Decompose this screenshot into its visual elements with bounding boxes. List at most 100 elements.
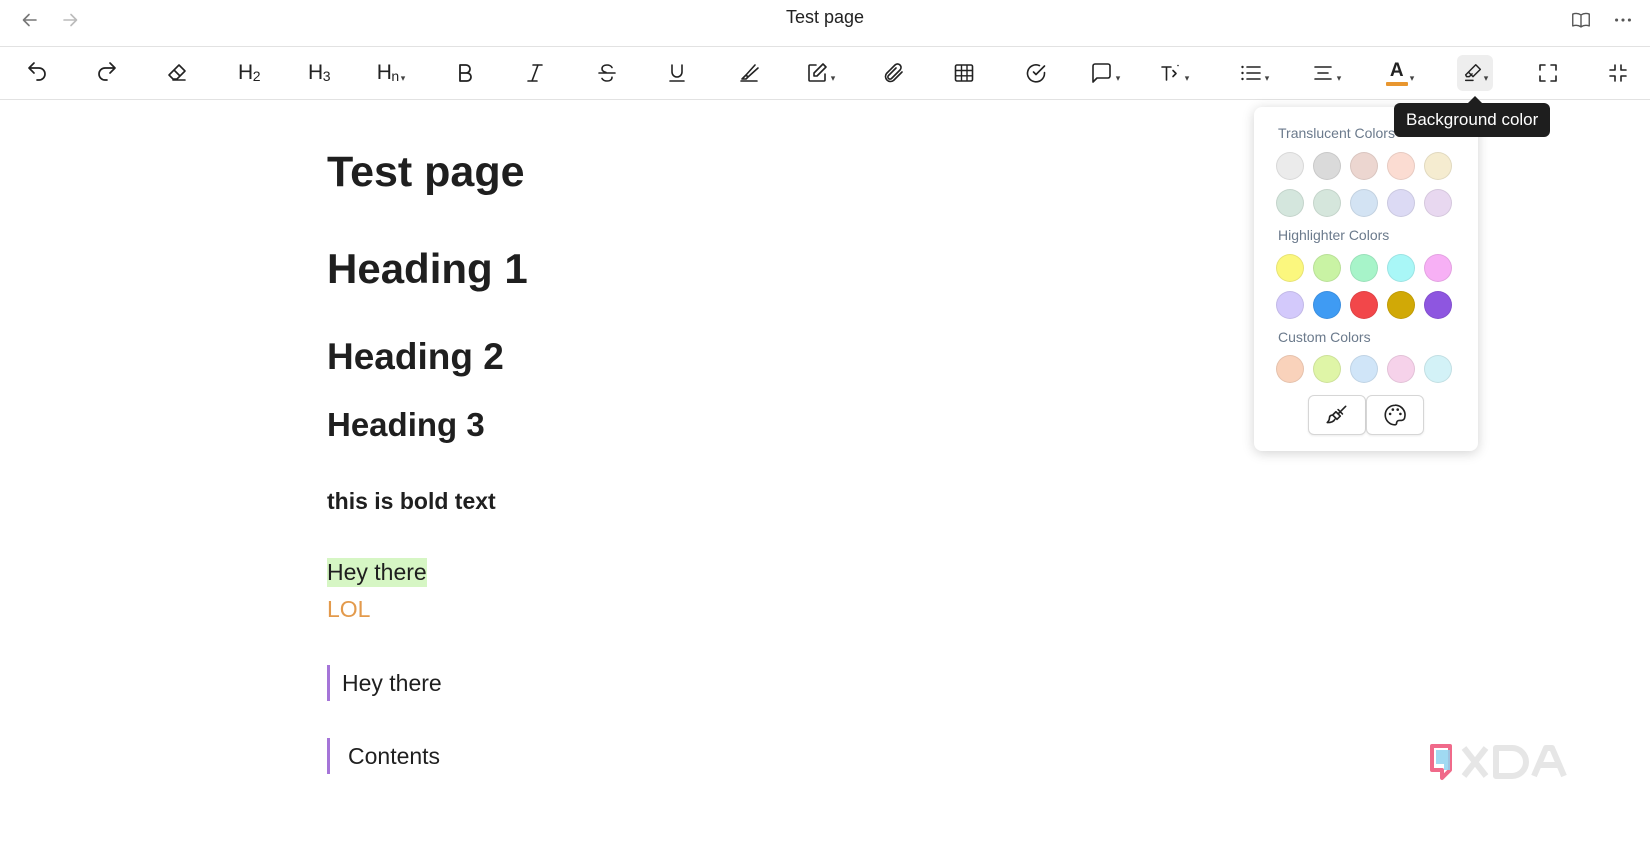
bold-paragraph[interactable]: this is bold text: [327, 488, 496, 515]
heading-3[interactable]: Heading 3: [327, 406, 485, 444]
heading-3-label: H3: [308, 61, 330, 84]
table-button[interactable]: [942, 55, 986, 91]
color-swatch[interactable]: [1387, 254, 1415, 282]
highlighter-row-1: [1276, 254, 1452, 282]
color-swatch[interactable]: [1424, 152, 1452, 180]
book-open-icon: [1572, 12, 1590, 28]
strikethrough-button[interactable]: [585, 55, 629, 91]
chevron-down-icon: ▾: [1409, 72, 1415, 83]
color-swatch[interactable]: [1424, 254, 1452, 282]
reader-mode-button[interactable]: [1566, 6, 1596, 34]
chevron-down-icon: ▾: [1115, 72, 1121, 83]
color-swatch[interactable]: [1424, 355, 1452, 383]
color-swatch[interactable]: [1387, 152, 1415, 180]
undo-button[interactable]: [15, 55, 59, 91]
color-swatch[interactable]: [1350, 152, 1378, 180]
custom-color-picker-button[interactable]: [1366, 395, 1424, 435]
more-horizontal-icon: [1615, 18, 1631, 22]
underline-button[interactable]: [655, 55, 699, 91]
custom-colors-label: Custom Colors: [1278, 329, 1371, 345]
blockquote-text: Hey there: [342, 669, 442, 696]
color-swatch[interactable]: [1276, 152, 1304, 180]
heading-2-label: H2: [238, 61, 260, 84]
eraser-icon: [168, 64, 186, 81]
color-swatch[interactable]: [1387, 291, 1415, 319]
color-swatch[interactable]: [1350, 355, 1378, 383]
color-swatch[interactable]: [1424, 291, 1452, 319]
underline-icon: [669, 64, 685, 82]
blockquote[interactable]: Contents: [327, 738, 440, 774]
undo-icon: [28, 62, 46, 81]
background-color-tooltip: Background color: [1394, 96, 1551, 137]
edit-dropdown[interactable]: ▾: [795, 55, 845, 91]
color-swatch[interactable]: [1350, 254, 1378, 282]
color-swatch[interactable]: [1276, 291, 1304, 319]
attachment-button[interactable]: [872, 55, 916, 91]
clear-format-button[interactable]: [155, 55, 199, 91]
background-color-popup: Translucent Colors Highlighter Colors Cu…: [1254, 107, 1478, 451]
heading-2-button[interactable]: H2: [227, 55, 271, 91]
chevron-down-icon: ▾: [1264, 72, 1270, 83]
colored-paragraph[interactable]: LOL: [327, 596, 370, 623]
redo-icon: [98, 62, 116, 81]
chevron-down-icon: ▾: [1336, 72, 1342, 83]
highlighted-paragraph[interactable]: Hey there: [327, 558, 427, 587]
title-bar: Test page: [0, 0, 1650, 46]
color-swatch[interactable]: [1313, 355, 1341, 383]
redo-button[interactable]: [85, 55, 129, 91]
chevron-down-icon: ▾: [1184, 72, 1190, 83]
page-title[interactable]: Test page: [327, 148, 525, 197]
font-color-icon: A: [1385, 59, 1408, 86]
fullscreen-button[interactable]: [1526, 55, 1570, 91]
palette-icon: [1384, 404, 1406, 426]
color-swatch[interactable]: [1424, 189, 1452, 217]
xda-logo-icon: [1430, 744, 1567, 780]
blockquote[interactable]: Hey there: [327, 665, 442, 701]
color-swatch[interactable]: [1276, 355, 1304, 383]
color-swatch[interactable]: [1313, 254, 1341, 282]
text-size-dropdown[interactable]: ▾: [1148, 55, 1200, 91]
bullet-list-icon: [1241, 65, 1261, 81]
callout-dropdown[interactable]: ▾: [1080, 55, 1130, 91]
maximize-icon: [1539, 64, 1557, 82]
highlighter-colors-label: Highlighter Colors: [1278, 227, 1390, 243]
color-swatch[interactable]: [1387, 355, 1415, 383]
checklist-button[interactable]: [1014, 55, 1058, 91]
color-swatch[interactable]: [1313, 291, 1341, 319]
align-dropdown[interactable]: ▾: [1300, 55, 1352, 91]
color-swatch[interactable]: [1350, 291, 1378, 319]
chevron-down-icon: ▾: [400, 72, 406, 83]
minimize-icon: [1609, 64, 1627, 82]
message-square-icon: [1091, 63, 1111, 83]
xda-watermark-logo: [1428, 740, 1588, 788]
check-circle-icon: [1026, 64, 1046, 83]
heading-more-dropdown[interactable]: Hn ▾: [366, 55, 416, 91]
chevron-down-icon: ▾: [1483, 72, 1489, 83]
color-swatch[interactable]: [1313, 152, 1341, 180]
heading-1[interactable]: Heading 1: [327, 245, 528, 293]
highlight-button[interactable]: [727, 55, 771, 91]
clear-color-button[interactable]: [1308, 395, 1366, 435]
list-dropdown[interactable]: ▾: [1228, 55, 1280, 91]
translucent-colors-label: Translucent Colors: [1278, 125, 1395, 141]
background-color-dropdown[interactable]: ▾: [1457, 55, 1493, 91]
window-title: Test page: [785, 7, 865, 27]
color-swatch[interactable]: [1276, 254, 1304, 282]
more-options-button[interactable]: [1608, 6, 1638, 34]
paperclip-icon: [884, 63, 903, 83]
translucent-row-2: [1276, 189, 1452, 217]
heading-3-button[interactable]: H3: [297, 55, 341, 91]
font-color-swatch: [1385, 81, 1408, 86]
bold-button[interactable]: [443, 55, 487, 91]
color-swatch[interactable]: [1387, 189, 1415, 217]
heading-2[interactable]: Heading 2: [327, 336, 504, 378]
color-swatch[interactable]: [1313, 189, 1341, 217]
color-swatch[interactable]: [1276, 189, 1304, 217]
edit-pencil-icon: [807, 63, 827, 82]
blockquote-text: Contents: [348, 742, 441, 769]
italic-button[interactable]: [513, 55, 557, 91]
collapse-button[interactable]: [1596, 55, 1640, 91]
font-color-dropdown[interactable]: A ▾: [1374, 55, 1426, 91]
color-swatch[interactable]: [1350, 189, 1378, 217]
font-color-letter: A: [1389, 59, 1404, 81]
